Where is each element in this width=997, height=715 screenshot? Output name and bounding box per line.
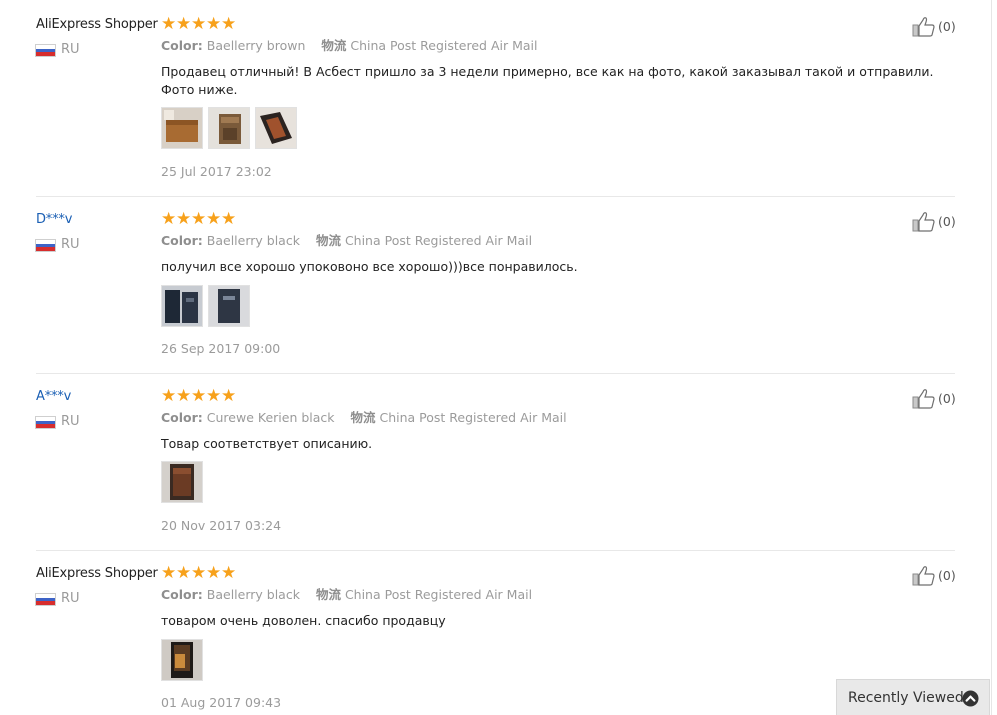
useful-count: (0) xyxy=(938,214,956,229)
shipping-value: China Post Registered Air Mail xyxy=(379,410,567,425)
star-icon: ★ xyxy=(191,386,207,406)
shipping-label: 物流 xyxy=(321,38,347,53)
shipping-label: 物流 xyxy=(315,587,341,602)
star-icon: ★ xyxy=(161,563,177,583)
star-icon: ★ xyxy=(191,209,207,229)
thumbs-up-icon xyxy=(912,212,935,232)
star-rating: ★★★★★ xyxy=(161,209,237,229)
shipping-label: 物流 xyxy=(350,410,376,425)
useful-count: (0) xyxy=(938,19,956,34)
star-icon: ★ xyxy=(221,14,237,34)
shipping-value: China Post Registered Air Mail xyxy=(350,38,538,53)
russia-flag-icon xyxy=(36,417,55,428)
color-value: Curewe Kerien black xyxy=(206,410,335,425)
feedback-text: товаром очень доволен. спасибо продавцу xyxy=(161,613,446,628)
thumbs-up-icon xyxy=(912,566,935,586)
color-label: Color: xyxy=(161,410,203,425)
review-photo[interactable] xyxy=(255,107,297,149)
star-icon: ★ xyxy=(161,209,177,229)
russia-flag-icon xyxy=(36,45,55,56)
review-item: D***v RU ★★★★★ Color: Baellerry black 物流… xyxy=(0,195,997,373)
country-code: RU xyxy=(61,414,80,429)
color-value: Baellerry black xyxy=(206,587,300,602)
reviewer-name[interactable]: A***v xyxy=(36,388,71,406)
star-icon: ★ xyxy=(176,14,192,34)
review-item: AliExpress Shopper RU ★★★★★ Color: Baell… xyxy=(0,0,997,196)
reviewer-name: AliExpress Shopper xyxy=(36,566,158,581)
recently-viewed-button[interactable]: Recently Viewed xyxy=(836,679,990,715)
star-icon: ★ xyxy=(176,209,192,229)
russia-flag-icon xyxy=(36,594,55,605)
reviewer-name: AliExpress Shopper xyxy=(36,17,158,32)
feedback-text: Товар соответствует описанию. xyxy=(161,436,373,451)
star-icon: ★ xyxy=(206,386,222,406)
feedback-list: AliExpress Shopper RU ★★★★★ Color: Baell… xyxy=(0,0,997,715)
review-photo[interactable] xyxy=(208,107,250,149)
review-photo[interactable] xyxy=(161,461,203,503)
color-label: Color: xyxy=(161,233,203,248)
star-icon: ★ xyxy=(191,14,207,34)
color-value: Baellerry brown xyxy=(206,38,306,53)
review-date: 01 Aug 2017 09:43 xyxy=(161,695,282,710)
country-code: RU xyxy=(61,42,80,57)
star-icon: ★ xyxy=(176,386,192,406)
order-info: Color: Curewe Kerien black 物流 China Post… xyxy=(161,410,567,426)
reviewer-name[interactable]: D***v xyxy=(36,211,72,229)
star-icon: ★ xyxy=(206,563,222,583)
star-rating: ★★★★★ xyxy=(161,14,237,34)
review-photo[interactable] xyxy=(208,285,250,327)
feedback-text: Продавец отличный! В Асбест пришло за 3 … xyxy=(161,64,934,97)
review-photo[interactable] xyxy=(161,639,203,681)
country-code: RU xyxy=(61,591,80,606)
shipping-value: China Post Registered Air Mail xyxy=(344,587,533,602)
star-icon: ★ xyxy=(221,209,237,229)
star-icon: ★ xyxy=(161,14,177,34)
feedback-text: получил все хорошо упоковоно все хорошо)… xyxy=(161,259,578,274)
star-icon: ★ xyxy=(191,563,207,583)
color-label: Color: xyxy=(161,587,203,602)
star-icon: ★ xyxy=(176,563,192,583)
useful-count: (0) xyxy=(938,391,956,406)
order-info: Color: Baellerry black 物流 China Post Reg… xyxy=(161,233,532,249)
star-icon: ★ xyxy=(206,14,222,34)
review-date: 25 Jul 2017 23:02 xyxy=(161,164,272,179)
shipping-value: China Post Registered Air Mail xyxy=(344,233,533,248)
color-label: Color: xyxy=(161,38,203,53)
star-icon: ★ xyxy=(161,386,177,406)
order-info: Color: Baellerry brown 物流 China Post Reg… xyxy=(161,38,537,54)
thumbs-up-icon xyxy=(912,389,935,409)
star-icon: ★ xyxy=(206,209,222,229)
recently-viewed-label: Recently Viewed xyxy=(848,690,964,706)
color-value: Baellerry black xyxy=(206,233,300,248)
shipping-label: 物流 xyxy=(315,233,341,248)
review-photo[interactable] xyxy=(161,107,203,149)
star-rating: ★★★★★ xyxy=(161,386,237,406)
russia-flag-icon xyxy=(36,240,55,251)
star-rating: ★★★★★ xyxy=(161,563,237,583)
thumbs-up-icon xyxy=(912,17,935,37)
review-date: 20 Nov 2017 03:24 xyxy=(161,518,282,533)
order-info: Color: Baellerry black 物流 China Post Reg… xyxy=(161,587,532,603)
review-photo[interactable] xyxy=(161,285,203,327)
star-icon: ★ xyxy=(221,386,237,406)
country-code: RU xyxy=(61,237,80,252)
review-date: 26 Sep 2017 09:00 xyxy=(161,341,281,356)
chevron-up-circle-icon xyxy=(962,690,979,707)
star-icon: ★ xyxy=(221,563,237,583)
review-item: A***v RU ★★★★★ Color: Curewe Kerien blac… xyxy=(0,372,997,550)
useful-count: (0) xyxy=(938,568,956,583)
